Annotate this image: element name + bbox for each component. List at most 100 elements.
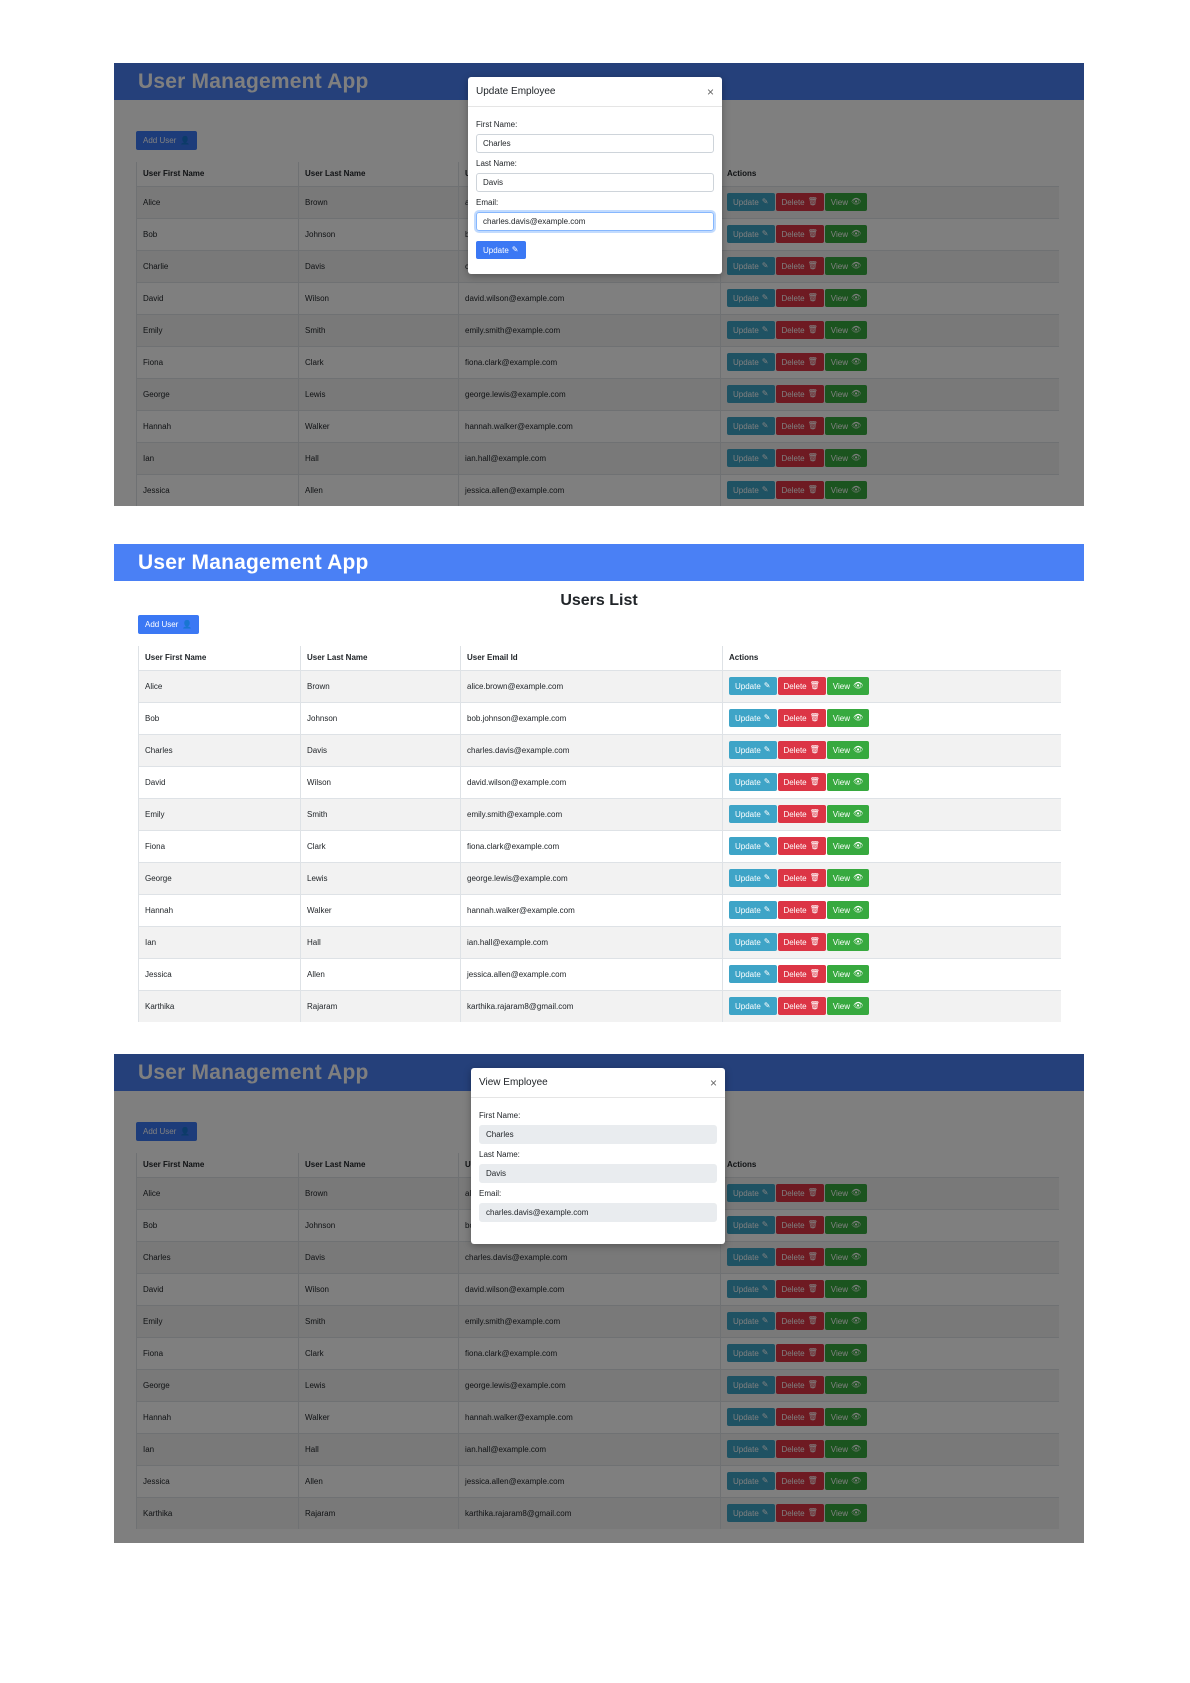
delete-label: Delete <box>783 713 807 723</box>
delete-button[interactable]: Delete🗑 <box>777 741 826 759</box>
delete-button[interactable]: Delete🗑 <box>777 869 826 887</box>
update-button[interactable]: Update✎ <box>729 901 777 919</box>
delete-button[interactable]: Delete🗑 <box>777 709 826 727</box>
delete-button[interactable]: Delete🗑 <box>777 997 826 1016</box>
first-name-cell: Ian <box>138 925 301 958</box>
email-cell: alice.brown@example.com <box>460 669 723 702</box>
view-button[interactable]: View👁 <box>826 773 870 791</box>
email-cell: emily.smith@example.com <box>460 797 723 830</box>
update-submit-label: Update <box>483 245 509 255</box>
eye-icon: 👁 <box>852 809 864 818</box>
delete-button[interactable]: Delete🗑 <box>777 677 826 695</box>
edit-icon: ✎ <box>763 841 771 850</box>
update-button[interactable]: Update✎ <box>729 741 777 759</box>
view-label: View <box>832 681 850 691</box>
last-name-cell: Davis <box>300 733 461 766</box>
delete-button[interactable]: Delete🗑 <box>777 773 826 791</box>
update-employee-modal: Update Employee × First Name: Charles La… <box>468 77 722 274</box>
close-icon[interactable]: × <box>710 1076 717 1090</box>
view-button[interactable]: View👁 <box>826 805 870 823</box>
eye-icon: 👁 <box>852 969 864 978</box>
update-button[interactable]: Update✎ <box>729 869 777 887</box>
last-name-cell: Rajaram <box>300 989 461 1022</box>
delete-button[interactable]: Delete🗑 <box>777 901 826 919</box>
update-button[interactable]: Update✎ <box>729 805 777 823</box>
delete-button[interactable]: Delete🗑 <box>777 837 826 855</box>
actions-cell: Update✎Delete🗑View👁 <box>722 829 1061 862</box>
last-name-field: Davis <box>479 1164 717 1183</box>
view-button[interactable]: View👁 <box>826 869 870 887</box>
delete-label: Delete <box>783 745 807 755</box>
view-button[interactable]: View👁 <box>826 709 870 727</box>
update-button[interactable]: Update✎ <box>729 677 777 695</box>
update-label: Update <box>735 937 761 947</box>
table-row: EmilySmithemily.smith@example.com Update✎… <box>138 797 1061 830</box>
email-cell: charles.davis@example.com <box>460 733 723 766</box>
edit-icon: ✎ <box>763 873 771 882</box>
last-name-cell: Walker <box>300 893 461 926</box>
close-icon[interactable]: × <box>707 85 714 99</box>
first-name-cell: Alice <box>138 669 301 702</box>
edit-icon: ✎ <box>763 905 771 914</box>
delete-label: Delete <box>783 841 807 851</box>
page-title: Users List <box>560 592 638 609</box>
update-button[interactable]: Update✎ <box>729 965 777 983</box>
edit-icon: ✎ <box>511 245 519 254</box>
view-button[interactable]: View👁 <box>826 901 870 919</box>
add-user-button[interactable]: Add User👤 <box>138 615 200 634</box>
view-button[interactable]: View👁 <box>826 741 870 759</box>
view-button[interactable]: View👁 <box>826 677 870 695</box>
trash-icon: 🗑 <box>809 681 820 690</box>
app-title: User Management App <box>138 551 369 574</box>
email-cell: bob.johnson@example.com <box>460 701 723 734</box>
delete-button[interactable]: Delete🗑 <box>777 933 826 951</box>
eye-icon: 👁 <box>852 905 864 914</box>
first-name-cell: Bob <box>138 701 301 734</box>
view-label: View <box>832 969 850 979</box>
first-name-label: First Name: <box>479 1111 521 1120</box>
update-button[interactable]: Update✎ <box>729 709 777 727</box>
trash-icon: 🗑 <box>809 873 820 882</box>
table-row: HannahWalkerhannah.walker@example.com Upd… <box>138 893 1061 926</box>
delete-button[interactable]: Delete🗑 <box>777 965 826 983</box>
view-label: View <box>832 777 850 787</box>
update-button[interactable]: Update✎ <box>729 933 777 951</box>
edit-icon: ✎ <box>763 777 771 786</box>
edit-icon: ✎ <box>763 713 771 722</box>
trash-icon: 🗑 <box>809 937 820 946</box>
first-name-input[interactable]: Charles <box>476 134 714 153</box>
delete-label: Delete <box>783 777 807 787</box>
actions-cell: Update✎Delete🗑View👁 <box>722 733 1061 766</box>
eye-icon: 👁 <box>852 1001 864 1011</box>
last-name-cell: Hall <box>300 925 461 958</box>
update-submit-button[interactable]: Update ✎ <box>476 241 526 259</box>
view-button[interactable]: View👁 <box>826 933 870 951</box>
table-row: GeorgeLewisgeorge.lewis@example.com Updat… <box>138 861 1061 894</box>
edit-icon: ✎ <box>763 1001 771 1011</box>
view-label: View <box>832 841 850 851</box>
first-name-label: First Name: <box>476 120 518 129</box>
view-button[interactable]: View👁 <box>826 997 870 1016</box>
view-label: View <box>832 905 850 915</box>
first-name-cell: Hannah <box>138 893 301 926</box>
email-input[interactable]: charles.davis@example.com <box>476 212 714 231</box>
modal-title: Update Employee <box>476 86 556 97</box>
view-screen: User Management App Add User👤 User First… <box>114 1054 1084 1543</box>
update-button[interactable]: Update✎ <box>729 997 777 1016</box>
update-label: Update <box>735 809 761 819</box>
email-label: Email: <box>476 198 499 207</box>
delete-button[interactable]: Delete🗑 <box>777 805 826 823</box>
update-button[interactable]: Update✎ <box>729 773 777 791</box>
last-name-input[interactable]: Davis <box>476 173 714 192</box>
last-name-cell: Allen <box>300 957 461 990</box>
view-button[interactable]: View👁 <box>826 965 870 983</box>
trash-icon: 🗑 <box>809 777 820 786</box>
update-button[interactable]: Update✎ <box>729 837 777 855</box>
actions-cell: Update✎Delete🗑View👁 <box>722 669 1061 702</box>
email-cell: fiona.clark@example.com <box>460 829 723 862</box>
eye-icon: 👁 <box>852 681 864 690</box>
table-row: CharlesDavischarles.davis@example.com Upd… <box>138 733 1061 766</box>
users-table: User First Name User Last Name User Emai… <box>138 646 1061 1022</box>
col-actions: Actions <box>722 646 1061 671</box>
view-button[interactable]: View👁 <box>826 837 870 855</box>
